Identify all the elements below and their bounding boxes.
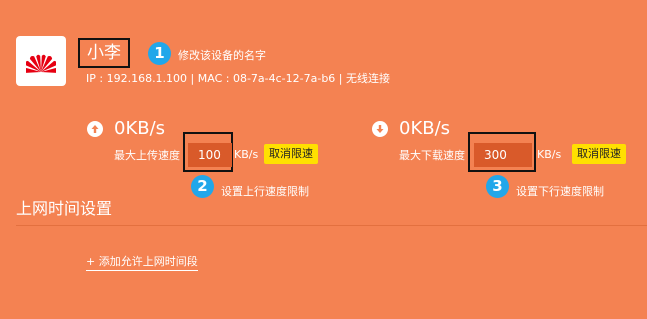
upload-cancel-limit-button[interactable]: 取消限速 [264,144,318,164]
huawei-logo-icon [26,54,56,73]
callout-3-text: 设置下行速度限制 [516,185,604,198]
arrow-down-icon [372,121,388,137]
download-speed: 0KB/s [399,118,451,139]
schedule-section-title: 上网时间设置 [16,199,113,218]
upload-unit: KB/s [234,148,259,161]
callout-1-badge: 1 [148,42,171,65]
upload-speed: 0KB/s [114,118,166,139]
upload-limit-frame [183,132,233,172]
upload-limit-label: 最大上传速度 [114,149,180,162]
device-info: IP : 192.168.1.100 | MAC : 08-7a-4c-12-7… [86,72,390,85]
callout-2-badge: 2 [191,175,214,198]
download-unit: KB/s [537,148,562,161]
download-cancel-limit-button[interactable]: 取消限速 [572,144,626,164]
download-limit-frame [468,132,536,172]
callout-1-text: 修改该设备的名字 [178,49,266,62]
device-name-field[interactable]: 小李 [78,38,130,68]
section-divider [16,225,647,226]
download-limit-input[interactable] [474,143,532,167]
device-logo [16,36,66,86]
upload-limit-input[interactable] [188,143,232,167]
download-limit-label: 最大下载速度 [399,149,465,162]
callout-2-text: 设置上行速度限制 [221,185,309,198]
add-schedule-link[interactable]: + 添加允许上网时间段 [86,253,198,271]
arrow-up-icon [87,121,103,137]
callout-3-badge: 3 [486,175,509,198]
